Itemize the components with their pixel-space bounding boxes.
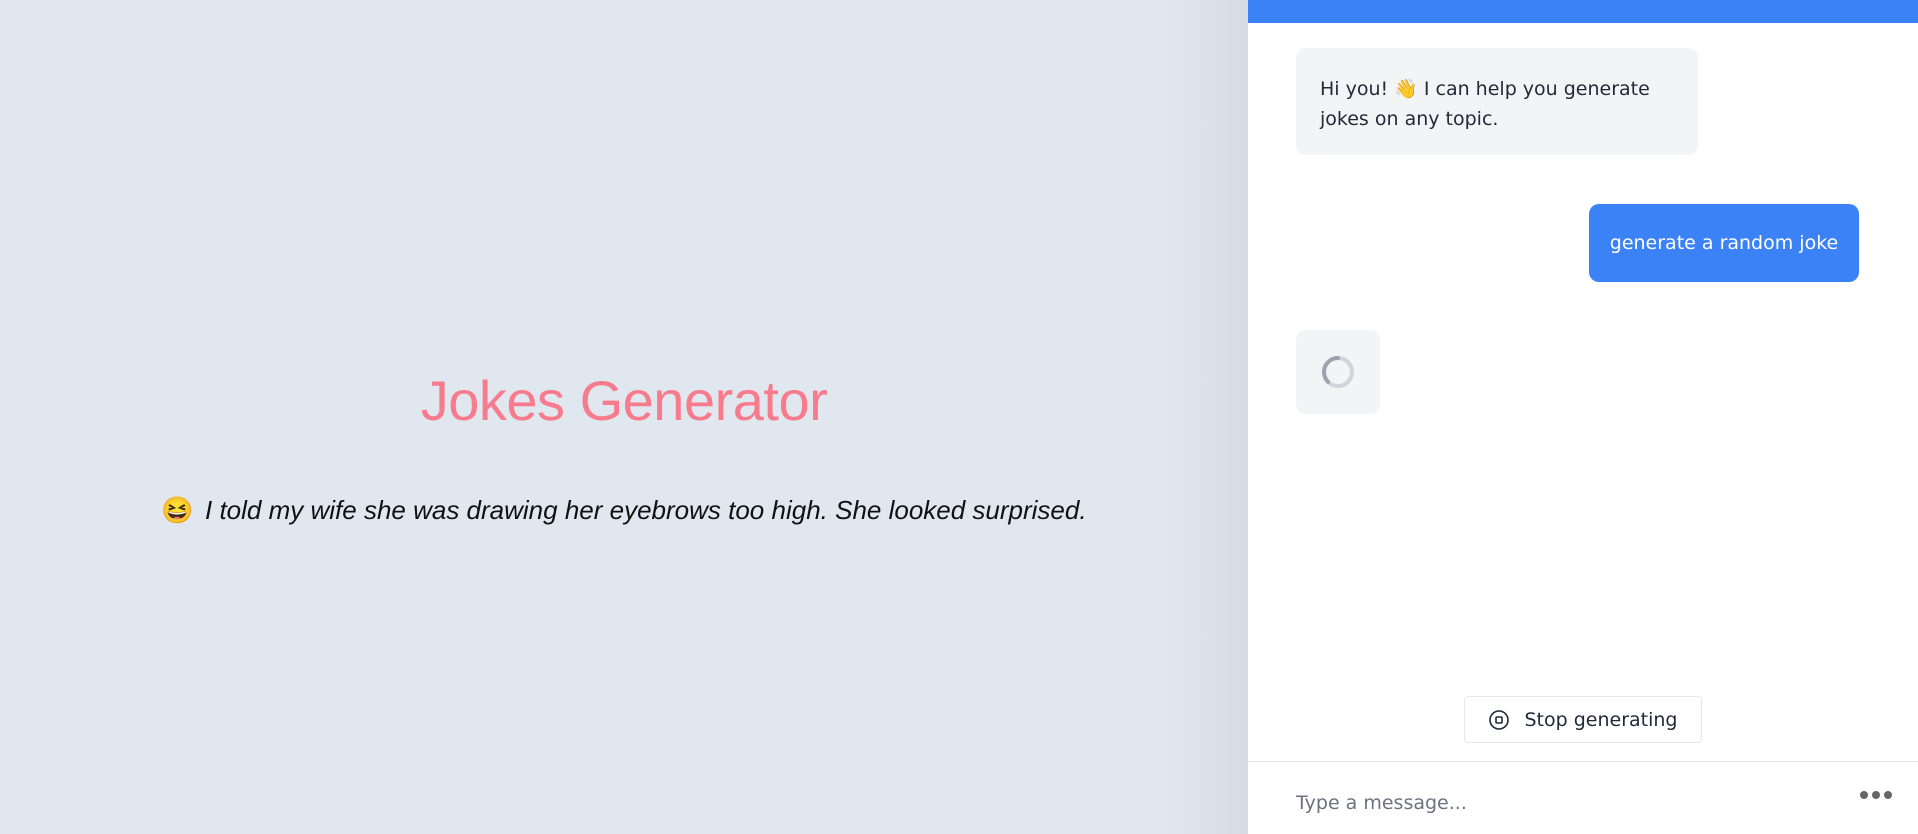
more-dots-icon[interactable] xyxy=(1860,784,1892,806)
stop-circle-icon xyxy=(1489,709,1510,730)
message-input[interactable] xyxy=(1296,783,1816,823)
joke-text: I told my wife she was drawing her eyebr… xyxy=(205,495,1087,525)
dot xyxy=(1872,791,1880,799)
stop-generating-button[interactable]: Stop generating xyxy=(1464,696,1702,743)
assistant-loading-message xyxy=(1296,330,1380,414)
assistant-message: Hi you! 👋 I can help you generate jokes … xyxy=(1296,48,1698,155)
user-message: generate a random joke xyxy=(1589,204,1859,282)
dot xyxy=(1884,791,1892,799)
laughing-emoji-icon: 😆 xyxy=(161,495,194,525)
chat-header xyxy=(1248,0,1918,23)
dot xyxy=(1860,791,1868,799)
joke-text-line: 😆 I told my wife she was drawing her eye… xyxy=(0,492,1248,528)
stop-generating-label: Stop generating xyxy=(1524,708,1678,731)
input-divider xyxy=(1248,761,1918,762)
user-message-text: generate a random joke xyxy=(1609,232,1839,254)
chat-panel: Hi you! 👋 I can help you generate jokes … xyxy=(1248,0,1918,834)
page-title: Jokes Generator xyxy=(420,369,828,432)
spinner-icon xyxy=(1322,356,1354,388)
jokes-page: Jokes Generator 😆 I told my wife she was… xyxy=(0,0,1248,834)
assistant-message-text: Hi you! 👋 I can help you generate jokes … xyxy=(1320,78,1650,130)
panel-shadow xyxy=(1168,0,1248,834)
